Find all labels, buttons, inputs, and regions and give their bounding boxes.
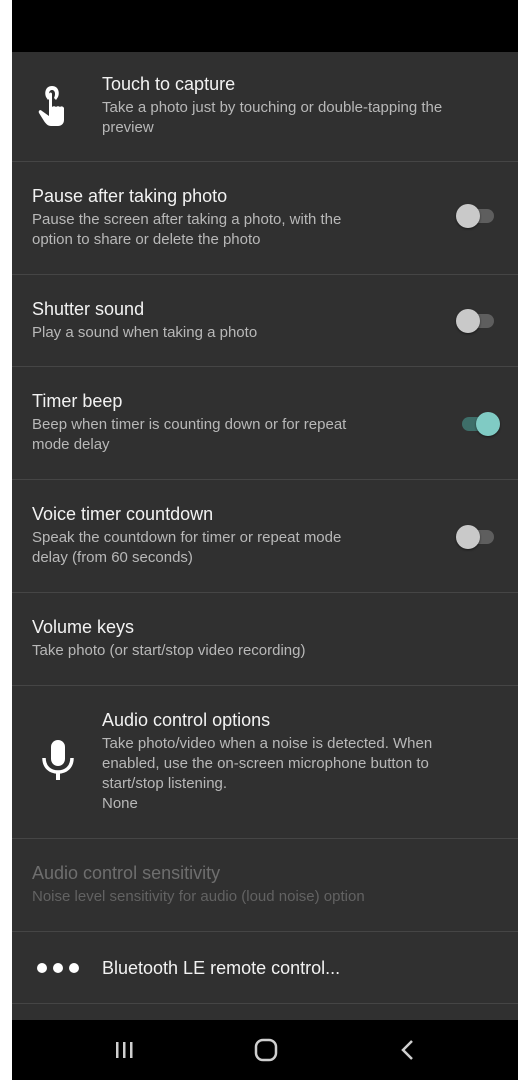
switch-thumb [456, 525, 480, 549]
switch-thumb [456, 309, 480, 333]
audio-control-sensitivity-row: Audio control sensitivity Noise level se… [12, 839, 518, 932]
more-dots-icon [37, 963, 79, 973]
timer-beep-switch[interactable] [456, 412, 500, 436]
pause-after-photo-switch[interactable] [456, 204, 500, 228]
volume-keys-row[interactable]: Volume keys Take photo (or start/stop vi… [12, 593, 518, 686]
pause-after-photo-row[interactable]: Pause after taking photo Pause the scree… [12, 162, 518, 275]
setting-summary: Noise level sensitivity for audio (loud … [32, 888, 365, 905]
home-icon[interactable] [246, 1034, 286, 1066]
setting-title: Audio control options [102, 710, 271, 730]
switch-thumb [456, 204, 480, 228]
status-bar [12, 0, 518, 52]
setting-summary: Play a sound when taking a photo [32, 324, 258, 341]
navigation-bar [12, 1020, 518, 1080]
switch-thumb [476, 412, 500, 436]
voice-timer-countdown-switch[interactable] [456, 525, 500, 549]
setting-title: Shutter sound [32, 299, 145, 319]
voice-timer-countdown-row[interactable]: Voice timer countdown Speak the countdow… [12, 480, 518, 593]
setting-title: Timer beep [32, 391, 123, 411]
setting-title: Pause after taking photo [32, 186, 228, 206]
setting-value: None [102, 795, 138, 812]
setting-title: Audio control sensitivity [32, 863, 221, 883]
shutter-sound-switch[interactable] [456, 309, 500, 333]
touch-to-capture-row[interactable]: Touch to capture Take a photo just by to… [12, 52, 518, 162]
setting-title: Volume keys [32, 617, 135, 637]
recents-icon[interactable] [104, 1034, 144, 1066]
microphone-icon [42, 740, 74, 780]
setting-title: Voice timer countdown [32, 504, 214, 524]
settings-screen: Touch to capture Take a photo just by to… [12, 0, 518, 1080]
audio-control-options-row[interactable]: Audio control options Take photo/video w… [12, 686, 518, 839]
touch-icon [38, 86, 64, 126]
bluetooth-remote-row[interactable]: Bluetooth LE remote control... [12, 932, 518, 1004]
timer-beep-row[interactable]: Timer beep Beep when timer is counting d… [12, 367, 518, 480]
setting-summary: Take photo/video when a noise is detecte… [102, 735, 433, 812]
setting-summary: Take a photo just by touching or double-… [102, 99, 443, 136]
setting-summary: Beep when timer is counting down or for … [32, 416, 347, 453]
setting-summary: Take photo (or start/stop video recordin… [32, 642, 306, 659]
shutter-sound-row[interactable]: Shutter sound Play a sound when taking a… [12, 275, 518, 367]
setting-summary: Speak the countdown for timer or repeat … [32, 529, 342, 566]
setting-title: Touch to capture [102, 74, 236, 94]
setting-summary: Pause the screen after taking a photo, w… [32, 211, 342, 248]
setting-title: Bluetooth LE remote control... [102, 958, 341, 978]
settings-list[interactable]: Touch to capture Take a photo just by to… [12, 52, 518, 1004]
back-icon[interactable] [388, 1034, 428, 1066]
